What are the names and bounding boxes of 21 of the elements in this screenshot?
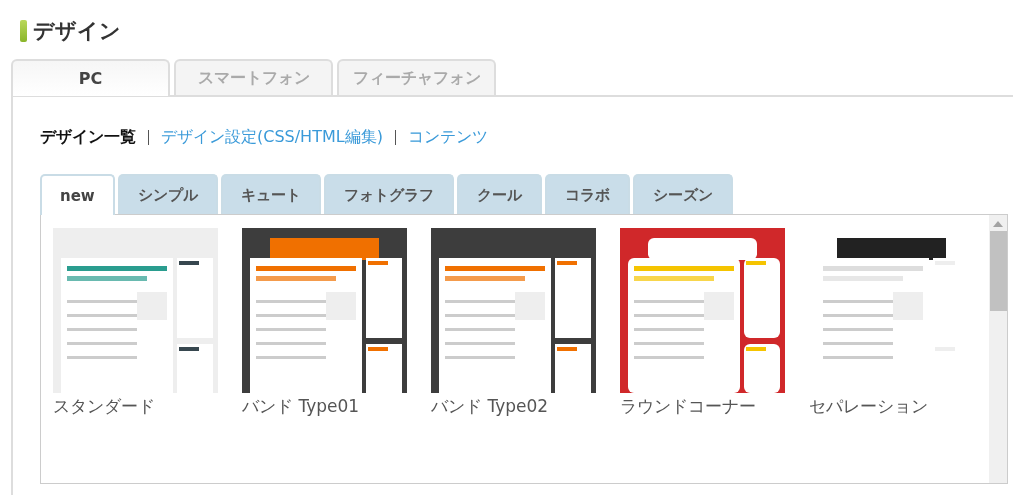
nav-link[interactable]: デザイン設定(CSS/HTML編集) <box>161 126 383 148</box>
scrollbar-thumb[interactable] <box>989 231 1007 311</box>
category-tab[interactable]: キュート <box>220 174 321 214</box>
category-tab[interactable]: コラボ <box>544 174 630 214</box>
scroll-up-icon[interactable] <box>993 221 1003 227</box>
page-title: デザイン <box>33 18 121 45</box>
design-name[interactable]: スタンダード <box>53 395 218 418</box>
nav-link[interactable]: デザイン一覧 <box>40 126 136 148</box>
device-tab[interactable]: PC <box>11 59 170 96</box>
design-name[interactable]: セパレーション <box>809 395 974 418</box>
category-tab[interactable]: シーズン <box>632 174 733 214</box>
category-tab[interactable]: フォトグラフ <box>323 174 454 214</box>
nav-link[interactable]: コンテンツ <box>407 126 488 148</box>
category-tab[interactable]: シンプル <box>117 174 218 214</box>
design-name[interactable]: ラウンドコーナー <box>620 395 785 418</box>
heading-marker-icon <box>20 20 27 42</box>
category-tab[interactable]: new <box>40 174 115 215</box>
scrollbar[interactable] <box>989 215 1007 483</box>
design-name[interactable]: バンド Type02 <box>431 395 596 418</box>
category-tab[interactable]: クール <box>456 174 542 214</box>
design-name[interactable]: バンド Type01 <box>242 395 407 418</box>
